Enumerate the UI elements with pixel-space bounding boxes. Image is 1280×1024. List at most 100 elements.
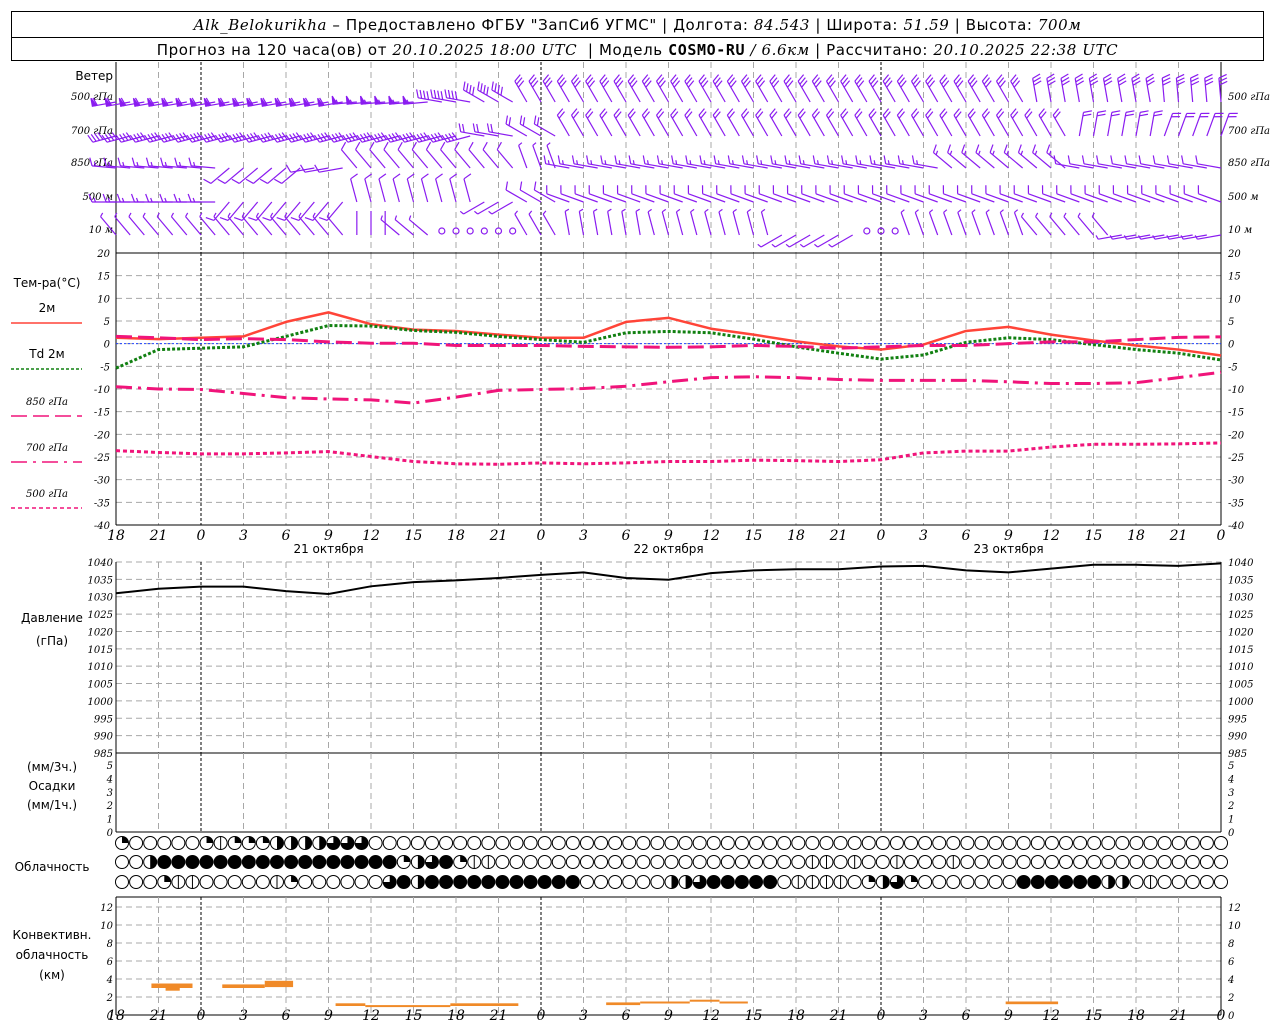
barb-half-feather — [943, 209, 948, 213]
barb-staff — [1145, 78, 1151, 103]
pressure-tick-label-right: 1005 — [1228, 680, 1253, 691]
cloud-cover-symbol — [453, 855, 468, 869]
barb-feather — [1074, 73, 1083, 79]
cloud-circle — [960, 836, 975, 850]
cloud-cover-symbol — [1199, 875, 1214, 889]
wind-barb — [345, 95, 372, 105]
cloud-circle — [988, 855, 1003, 869]
cloud-circle — [720, 875, 735, 889]
wind-barb — [468, 141, 485, 169]
cloud-cover-symbol — [974, 855, 989, 869]
barb-half-feather — [949, 150, 953, 156]
barb-feather — [383, 141, 389, 150]
barb-staff — [655, 114, 670, 137]
barb-staff — [468, 149, 485, 169]
legend-label: 700 гПа — [26, 443, 68, 454]
barb-half-feather — [704, 208, 709, 213]
barb-feather — [426, 91, 430, 100]
wind-barb — [187, 193, 216, 203]
wind-barb — [458, 123, 485, 137]
barb-staff — [840, 114, 854, 137]
barb-feather — [1082, 113, 1092, 117]
cloud-cover-symbol — [171, 875, 186, 889]
cloud-circle — [1073, 855, 1088, 869]
barb-feather — [713, 155, 717, 164]
barb-staff — [783, 114, 797, 137]
barb-half-feather — [689, 160, 692, 165]
cloud-circle — [1143, 855, 1158, 869]
barb-staff — [999, 212, 1010, 236]
wind-barb — [670, 108, 684, 137]
cloud-cover-symbol — [453, 875, 468, 889]
barb-staff — [406, 178, 415, 203]
cloud-cover-symbol — [988, 855, 1003, 869]
barb-feather — [508, 117, 512, 126]
cloud-cover-symbol — [129, 836, 144, 850]
barb-feather — [1061, 80, 1070, 86]
barb-feather — [642, 155, 646, 164]
barb-staff — [350, 178, 358, 203]
hour-tick-label: 21 — [489, 528, 508, 544]
wind-barb — [156, 212, 174, 236]
wind-barb — [599, 108, 613, 137]
barb-half-feather — [488, 210, 493, 215]
cloud-circle — [255, 855, 270, 869]
wind-barb — [1077, 212, 1094, 236]
wind-barb — [533, 181, 556, 203]
precip-label: (мм/1ч.) — [27, 798, 77, 812]
barb-feather — [117, 157, 122, 167]
convective-cloud-bar — [606, 1002, 641, 1006]
wind-barb — [532, 142, 542, 169]
temp-tick-label: -15 — [94, 408, 110, 419]
cloud-cover-symbol — [185, 875, 200, 889]
cloud-circle — [551, 875, 566, 889]
wind-barb — [326, 212, 344, 236]
cloud-quarter-fill — [206, 836, 214, 843]
hour-tick-label: 0 — [197, 528, 206, 544]
barb-feather — [440, 91, 444, 100]
precip-tick-label-right: 4 — [1227, 774, 1234, 785]
barb-feather — [490, 123, 494, 133]
wind-barb — [533, 115, 556, 137]
cloud-circle — [988, 836, 1003, 850]
cloud-cover-symbol — [537, 855, 552, 869]
convective-label: (км) — [39, 968, 65, 982]
barb-half-feather — [675, 160, 678, 165]
barb-feather — [1067, 155, 1071, 164]
cloud-cover-symbol — [960, 875, 975, 889]
barb-feather — [1103, 76, 1112, 83]
barb-staff — [1088, 78, 1095, 103]
wind-barb — [655, 74, 670, 103]
cloud-circle — [368, 855, 383, 869]
wind-barb — [985, 185, 1009, 203]
cloud-cover-symbol — [594, 855, 609, 869]
wind-barb — [670, 74, 684, 103]
temp-tick-label: -30 — [94, 476, 111, 487]
cloud-circle — [340, 855, 355, 869]
pressure-tick-label-right: 1040 — [1228, 558, 1254, 569]
wind-barb — [1032, 73, 1042, 103]
barb-feather — [463, 173, 472, 180]
barb-feather — [314, 164, 320, 173]
cloud-circle — [678, 836, 693, 850]
barb-staff — [635, 211, 641, 236]
wind-barb — [435, 173, 443, 203]
barb-half-feather — [690, 208, 695, 213]
cloud-circle — [241, 855, 256, 869]
barb-staff — [1052, 114, 1066, 137]
barb-staff — [1135, 112, 1141, 137]
cloud-cover-symbol — [1030, 855, 1045, 869]
barb-feather — [961, 144, 966, 153]
wind-barb — [967, 74, 981, 103]
cloud-cover-symbol — [565, 855, 580, 869]
cloud-cover-symbol — [340, 875, 355, 889]
cloud-circle — [199, 875, 214, 889]
cloud-cover-symbol — [410, 836, 425, 850]
barb-half-feather — [564, 208, 570, 212]
cloud-cover-symbol — [241, 855, 256, 869]
barb-half-feather — [100, 212, 104, 217]
wind-barb — [145, 193, 173, 203]
barb-feather — [600, 155, 603, 164]
wind-barb — [928, 209, 939, 236]
barb-half-feather — [1014, 209, 1019, 213]
